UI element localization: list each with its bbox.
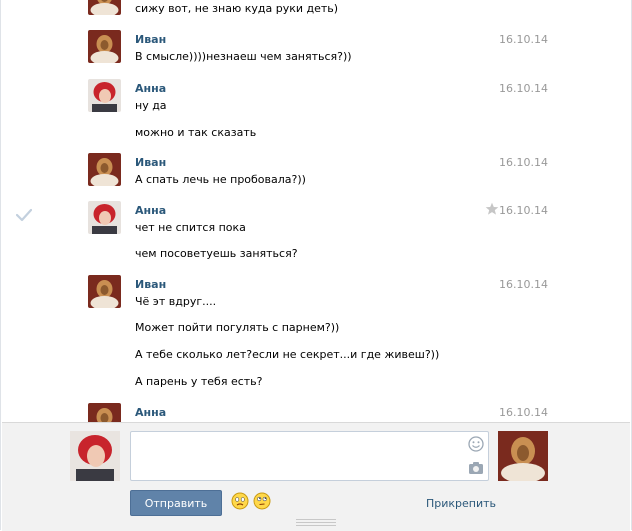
message-text: В смысле))))незнаеш чем заняться?)) — [135, 50, 352, 63]
message-date[interactable]: 16.10.14 — [499, 156, 548, 169]
message-date[interactable]: 16.10.14 — [499, 82, 548, 95]
author-name[interactable]: Иван — [135, 33, 166, 46]
dialog-panel: сижу вот, не знаю куда руки деть) Иван 1… — [0, 0, 632, 531]
author-name[interactable]: Иван — [135, 278, 166, 291]
message-text: сижу вот, не знаю куда руки деть) — [135, 2, 339, 15]
sad-emoji-icon[interactable] — [231, 492, 249, 513]
my-avatar[interactable] — [70, 431, 120, 481]
message-history[interactable]: сижу вот, не знаю куда руки деть) Иван 1… — [2, 0, 630, 422]
avatar-ivan[interactable] — [88, 275, 121, 308]
avatar-ivan[interactable] — [88, 0, 121, 15]
message-text: чем посоветуешь заняться? — [135, 247, 298, 260]
author-name[interactable]: Анна — [135, 82, 166, 95]
message-text: можно и так сказать — [135, 126, 257, 139]
peer-avatar[interactable] — [498, 431, 548, 481]
avatar-ivan[interactable] — [88, 153, 121, 186]
avatar-ivan[interactable] — [88, 30, 121, 63]
avatar-anna[interactable] — [88, 201, 121, 234]
resize-grip[interactable] — [296, 519, 336, 528]
message-text: А спать лечь не пробовала?)) — [135, 173, 306, 186]
message-date[interactable]: 16.10.14 — [499, 33, 548, 46]
send-button[interactable]: Отправить — [130, 490, 222, 516]
message-text: А тебе сколько лет?если не секрет...и гд… — [135, 348, 440, 361]
author-name[interactable]: Анна — [135, 204, 166, 217]
avatar-ivan[interactable] — [88, 403, 121, 422]
message-text: ну да — [135, 99, 167, 112]
attach-link[interactable]: Прикрепить — [426, 497, 496, 510]
smile-icon[interactable] — [468, 436, 484, 455]
message-input[interactable] — [130, 431, 489, 481]
message-date[interactable]: 16.10.14 — [499, 406, 548, 419]
message-text: Может пойти погулять с парнем?)) — [135, 321, 340, 334]
message-text: чет не спится пока — [135, 221, 246, 234]
read-check-icon — [15, 208, 33, 225]
avatar-anna[interactable] — [88, 79, 121, 112]
message-date[interactable]: 16.10.14 — [499, 278, 548, 291]
author-name[interactable]: Иван — [135, 156, 166, 169]
camera-icon[interactable] — [468, 461, 484, 478]
compose-area: Отправить Прикрепить — [2, 422, 630, 531]
rolling-eyes-emoji-icon[interactable] — [253, 492, 271, 513]
message-date[interactable]: 16.10.14 — [499, 204, 548, 217]
star-icon[interactable] — [485, 202, 499, 219]
message-text: А парень у тебя есть? — [135, 375, 263, 388]
message-text: Чё эт вдруг.... — [135, 295, 217, 308]
author-name[interactable]: Анна — [135, 406, 166, 419]
